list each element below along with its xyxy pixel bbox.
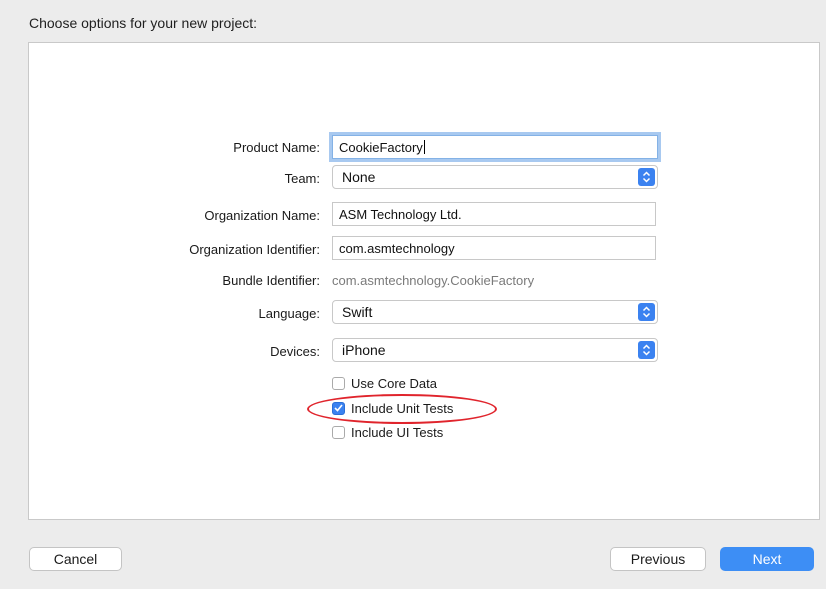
language-value: Swift	[342, 304, 373, 320]
chevron-updown-icon	[638, 341, 655, 359]
dialog-heading: Choose options for your new project:	[29, 15, 258, 31]
devices-value: iPhone	[342, 342, 386, 358]
product-name-label: Product Name:	[233, 140, 320, 155]
org-name-value: ASM Technology Ltd.	[339, 207, 462, 222]
include-ui-tests-label: Include UI Tests	[351, 424, 444, 440]
team-label: Team:	[284, 171, 320, 186]
language-select[interactable]: Swift	[332, 300, 658, 324]
team-value: None	[342, 169, 376, 185]
checkbox[interactable]	[332, 376, 345, 390]
org-id-label: Organization Identifier:	[189, 242, 320, 257]
devices-select[interactable]: iPhone	[332, 338, 658, 362]
cancel-button[interactable]: Cancel	[29, 547, 122, 571]
chevron-updown-icon	[638, 168, 655, 186]
org-id-value: com.asmtechnology	[339, 241, 455, 256]
devices-label: Devices:	[270, 344, 320, 359]
org-id-field[interactable]: com.asmtechnology	[332, 236, 656, 260]
checkbox[interactable]	[332, 425, 345, 439]
product-name-value: CookieFactory	[339, 140, 423, 155]
include-ui-tests-option[interactable]: Include UI Tests	[332, 423, 443, 441]
use-core-data-option[interactable]: Use Core Data	[332, 374, 437, 392]
annotation-ellipse	[307, 394, 497, 424]
use-core-data-label: Use Core Data	[351, 375, 437, 391]
org-name-label: Organization Name:	[204, 208, 320, 223]
team-select[interactable]: None	[332, 165, 658, 189]
text-caret	[423, 140, 425, 154]
org-name-field[interactable]: ASM Technology Ltd.	[332, 202, 656, 226]
product-name-field[interactable]: CookieFactory	[332, 135, 658, 159]
next-button[interactable]: Next	[720, 547, 814, 571]
language-label: Language:	[258, 306, 320, 321]
bundle-id-label: Bundle Identifier:	[222, 273, 320, 288]
previous-button[interactable]: Previous	[610, 547, 706, 571]
chevron-updown-icon	[638, 303, 655, 321]
bundle-id-value: com.asmtechnology.CookieFactory	[332, 273, 535, 288]
